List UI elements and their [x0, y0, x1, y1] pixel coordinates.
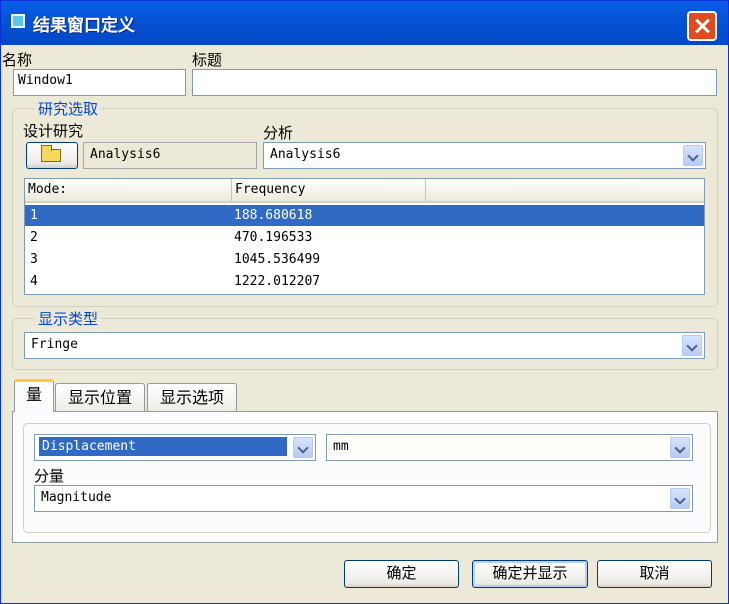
quantity-type-select[interactable]: Displacement	[34, 434, 316, 461]
chevron-down-icon[interactable]	[682, 335, 702, 356]
mode-cell: 3	[30, 252, 38, 267]
design-study-label: 设计研究	[23, 122, 84, 140]
chevron-down-icon[interactable]	[683, 145, 703, 166]
ok-button[interactable]: 确定	[344, 560, 459, 588]
mode-frequency-list[interactable]: Mode: Frequency 1 188.680618 2 470.19653…	[24, 178, 705, 295]
analysis-select-value: Analysis6	[270, 147, 341, 162]
column-header-frequency[interactable]: Frequency	[232, 179, 426, 201]
design-study-value: Analysis6	[83, 142, 257, 169]
tab-display-location[interactable]: 显示位置	[55, 383, 145, 412]
list-item[interactable]: 3 1045.536499	[25, 249, 704, 270]
chevron-down-icon[interactable]	[293, 437, 313, 458]
chevron-down-icon[interactable]	[670, 488, 690, 509]
window-icon	[11, 14, 25, 28]
frequency-cell: 1045.536499	[234, 252, 321, 267]
component-label: 分量	[34, 467, 65, 485]
name-input[interactable]: Window1	[13, 69, 186, 96]
component-select[interactable]: Magnitude	[34, 485, 693, 512]
cancel-button[interactable]: 取消	[597, 560, 712, 588]
frequency-cell: 1222.012207	[234, 274, 321, 289]
title-bar[interactable]: 结果窗口定义	[1, 1, 728, 45]
tab-quantity[interactable]: 量	[14, 379, 54, 412]
result-window-dialog: 结果窗口定义 名称 标题 Window1 研究选取 设计研究 分析 Analys…	[0, 0, 729, 604]
mode-cell: 4	[30, 274, 38, 289]
display-type-select[interactable]: Fringe	[24, 332, 705, 359]
analysis-label: 分析	[263, 124, 294, 142]
heading-label: 标题	[192, 51, 223, 69]
open-study-button[interactable]	[26, 142, 78, 169]
close-icon[interactable]	[687, 11, 717, 41]
chevron-down-icon[interactable]	[670, 437, 690, 458]
heading-input[interactable]	[192, 69, 717, 96]
component-value: Magnitude	[41, 490, 112, 505]
study-selection-legend: 研究选取	[35, 98, 102, 119]
window-title: 结果窗口定义	[33, 16, 135, 36]
mode-cell: 2	[30, 230, 38, 245]
list-item[interactable]: 4 1222.012207	[25, 271, 704, 292]
analysis-select[interactable]: Analysis6	[263, 142, 706, 169]
display-type-value: Fringe	[31, 337, 78, 352]
column-header-empty[interactable]	[426, 179, 704, 201]
frequency-cell: 188.680618	[234, 208, 313, 223]
mode-cell: 1	[30, 208, 38, 223]
unit-select[interactable]: mm	[326, 434, 693, 461]
column-header-mode[interactable]: Mode:	[25, 179, 232, 201]
list-header: Mode: Frequency	[25, 179, 704, 203]
tab-display-options[interactable]: 显示选项	[147, 383, 237, 412]
unit-value: mm	[333, 439, 349, 454]
name-label: 名称	[2, 51, 33, 69]
quantity-type-value: Displacement	[39, 437, 287, 456]
folder-open-icon	[41, 145, 61, 162]
frequency-cell: 470.196533	[234, 230, 313, 245]
list-item[interactable]: 1 188.680618	[25, 205, 704, 226]
display-type-legend: 显示类型	[35, 308, 102, 329]
list-item[interactable]: 2 470.196533	[25, 227, 704, 248]
ok-and-show-button[interactable]: 确定并显示	[472, 560, 588, 588]
